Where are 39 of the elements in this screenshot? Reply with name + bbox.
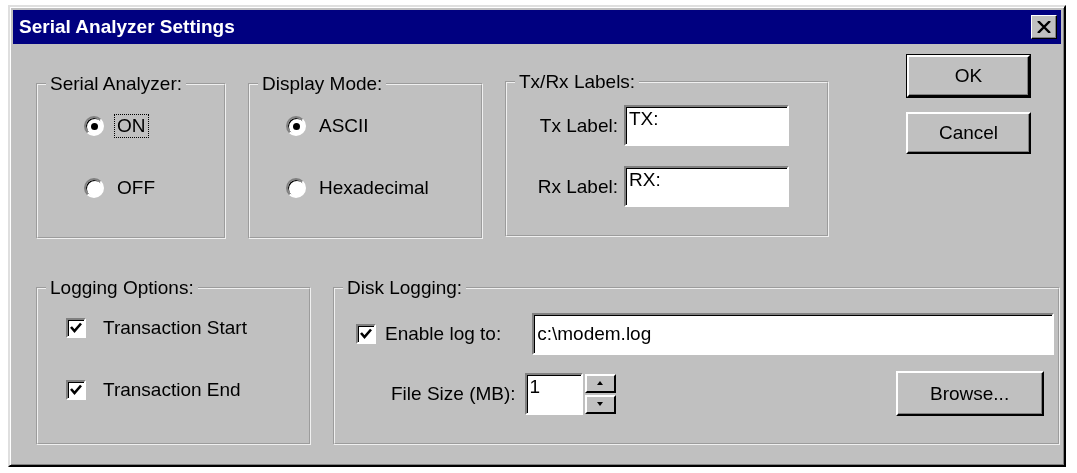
checkbox[interactable]: [66, 380, 86, 400]
radio-label[interactable]: ASCII: [316, 114, 372, 138]
spin-down-button[interactable]: [584, 394, 616, 414]
check-icon: [69, 321, 83, 335]
text-field[interactable]: TX:: [624, 105, 789, 146]
radio-label[interactable]: ON: [114, 114, 149, 138]
radio-button[interactable]: [286, 116, 306, 136]
checkbox-label[interactable]: Transaction Start: [100, 316, 250, 340]
group-label: Serial Analyzer:: [49, 73, 183, 95]
checkbox[interactable]: [356, 324, 376, 344]
checkbox[interactable]: [66, 318, 86, 338]
spin-up-button[interactable]: [584, 373, 616, 393]
close-button[interactable]: [1031, 15, 1057, 39]
checkbox-label[interactable]: Enable log to:: [382, 322, 505, 346]
radio-button[interactable]: [84, 116, 104, 136]
text-field[interactable]: RX:: [624, 166, 789, 207]
number-field[interactable]: 1: [524, 372, 583, 415]
check-icon: [69, 383, 83, 397]
group-label: Logging Options:: [49, 277, 195, 299]
down-arrow-icon: [597, 402, 604, 406]
group-label: Disk Logging:: [346, 277, 464, 299]
group-label: Display Mode:: [261, 73, 384, 95]
radio-label[interactable]: OFF: [114, 176, 158, 200]
close-icon: [1037, 21, 1051, 33]
radio-button[interactable]: [286, 178, 306, 198]
up-arrow-icon: [597, 381, 604, 385]
browse-button[interactable]: Browse...: [895, 371, 1044, 416]
field-label: File Size (MB):: [391, 382, 516, 405]
cancel-button[interactable]: Cancel: [906, 112, 1031, 154]
field-label: Tx Label:: [539, 114, 618, 137]
checkbox-label[interactable]: Transaction End: [100, 378, 244, 402]
radio-label[interactable]: Hexadecimal: [316, 176, 432, 200]
text-field[interactable]: c:\modem.log: [532, 313, 1055, 355]
check-icon: [359, 327, 373, 341]
window-title: Serial Analyzer Settings: [19, 16, 235, 38]
radio-button[interactable]: [84, 178, 104, 198]
group-label: Tx/Rx Labels:: [518, 71, 637, 93]
ok-button[interactable]: OK: [907, 55, 1030, 97]
field-label: Rx Label:: [537, 175, 618, 198]
